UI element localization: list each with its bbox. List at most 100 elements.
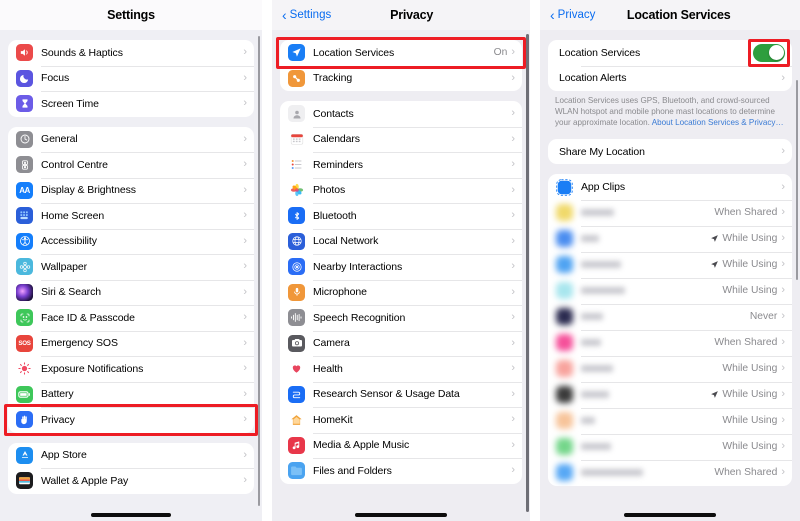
app-row[interactable]: While Using › [548,277,792,304]
app-row[interactable]: When Shared › [548,459,792,486]
privacy-row-nearby-interactions[interactable]: Nearby Interactions › [280,254,522,280]
privacy-row-speech-recognition[interactable]: Speech Recognition › [280,305,522,331]
row-label: Screen Time [41,97,99,110]
row-label: Battery [41,388,74,401]
chevron-right-icon: › [243,474,247,487]
location-services-toggle-row[interactable]: Location Services [548,40,792,66]
settings-scroll-body[interactable]: Sounds & Haptics › Focus › Screen Time › [0,30,262,521]
privacy-row-media-apple-music[interactable]: Media & Apple Music › [280,432,522,459]
settings-row-screen-time[interactable]: Screen Time › [8,91,254,117]
settings-row-app-store[interactable]: App Store › [8,443,254,469]
app-row-app-clips[interactable]: App Clips › [548,174,792,200]
privacy-row-reminders[interactable]: Reminders › [280,152,522,178]
settings-row-exposure-notifications[interactable]: Exposure Notifications › [8,356,254,382]
privacy-row-photos[interactable]: Photos › [280,177,522,204]
app-row[interactable]: While Using › [548,407,792,434]
settings-row-control-centre[interactable]: Control Centre › [8,152,254,178]
research-icon [288,385,305,403]
privacy-row-microphone[interactable]: Microphone › [280,279,522,306]
app-row[interactable]: While Using › [548,355,792,382]
share-my-location-row[interactable]: Share My Location › [548,139,792,165]
back-to-privacy-button[interactable]: ‹ Privacy [550,8,595,22]
location-arrow-indicator-icon [711,235,719,243]
settings-row-display-brightness[interactable]: AA Display & Brightness › [8,177,254,204]
row-value: On [493,47,508,59]
privacy-row-files-and-folders[interactable]: Files and Folders › [280,458,522,484]
app-permission-value: While Using [722,441,778,453]
privacy-row-homekit[interactable]: HomeKit › [280,407,522,433]
app-row[interactable]: Never › [548,303,792,330]
chevron-right-icon: › [243,132,247,145]
privacy-group-1: Contacts › Calendars › Reminders › Photo… [280,101,522,484]
privacy-row-contacts[interactable]: Contacts › [280,101,522,127]
settings-row-battery[interactable]: Battery › [8,381,254,408]
app-row[interactable]: While Using › [548,251,792,278]
tracking-icon [288,69,305,87]
location-services-toggle[interactable] [753,43,785,62]
privacy-row-location-services[interactable]: Location Services On › [280,40,522,66]
panel-divider-2 [530,0,540,521]
app-name-redacted [581,313,603,321]
location-navbar: ‹ Privacy Location Services [540,0,800,30]
settings-row-face-id-passcode[interactable]: Face ID & Passcode › [8,305,254,331]
reminders-icon [288,156,305,174]
privacy-row-camera[interactable]: Camera › [280,330,522,357]
battery-icon [16,385,33,403]
row-label: Camera [313,337,350,350]
calendar-icon [288,130,305,148]
app-icon [556,334,573,352]
aa-icon: AA [16,181,33,199]
privacy-row-research-sensor-usage-data[interactable]: Research Sensor & Usage Data › [280,381,522,408]
privacy-row-health[interactable]: Health › [280,356,522,382]
settings-row-privacy[interactable]: Privacy › [8,407,254,433]
waveform-icon [288,309,305,327]
chevron-right-icon: › [243,183,247,196]
app-name-redacted [581,339,601,347]
privacy-scroll-body[interactable]: Location Services On › Tracking › Contact… [272,30,530,521]
settings-scrollbar[interactable] [257,36,260,506]
back-to-settings-button[interactable]: ‹ Settings [282,8,331,22]
settings-row-focus[interactable]: Focus › [8,65,254,92]
settings-row-emergency-sos[interactable]: SOS Emergency SOS › [8,330,254,357]
settings-navbar: Settings [0,0,262,30]
row-label: Calendars [313,133,360,146]
app-row[interactable]: When Shared › [548,199,792,226]
privacy-scrollbar[interactable] [526,34,529,512]
settings-row-siri-search[interactable]: Siri & Search › [8,279,254,306]
app-name-redacted [581,261,621,269]
settings-row-wallpaper[interactable]: Wallpaper › [8,254,254,280]
app-row[interactable]: While Using › [548,433,792,460]
privacy-row-tracking[interactable]: Tracking › [280,65,522,92]
app-row[interactable]: While Using › [548,225,792,252]
nearby-icon [288,258,305,276]
home-indicator [91,513,171,517]
chevron-right-icon: › [243,387,247,400]
row-label: Home Screen [41,209,105,222]
chevron-right-icon: › [243,209,247,222]
app-row[interactable]: While Using › [548,381,792,408]
settings-row-sounds-haptics[interactable]: Sounds & Haptics › [8,40,254,66]
privacy-row-bluetooth[interactable]: Bluetooth › [280,203,522,229]
location-alerts-row[interactable]: Location Alerts › [548,65,792,92]
row-label: Files and Folders [313,464,392,477]
row-label: Accessibility [41,235,97,248]
camera-icon [288,334,305,352]
faceid-icon [16,309,33,327]
share-location-group: Share My Location › [548,138,792,165]
privacy-row-calendars[interactable]: Calendars › [280,126,522,153]
chevron-right-icon: › [511,464,515,477]
row-label: Exposure Notifications [41,362,144,375]
settings-row-accessibility[interactable]: Accessibility › [8,228,254,255]
location-scroll-body[interactable]: Location Services Location Alerts › Loca… [540,30,800,521]
privacy-row-local-network[interactable]: Local Network › [280,228,522,255]
chevron-right-icon: › [243,71,247,84]
app-name-redacted [581,235,599,243]
settings-row-home-screen[interactable]: Home Screen › [8,203,254,229]
settings-row-general[interactable]: General › [8,127,254,153]
about-location-privacy-link[interactable]: About Location Services & Privacy… [652,118,784,127]
settings-row-wallet-apple-pay[interactable]: Wallet & Apple Pay › [8,468,254,494]
back-label: Privacy [557,9,596,21]
location-arrow-indicator-icon [711,261,719,269]
app-row[interactable]: When Shared › [548,329,792,356]
location-scrollbar[interactable] [795,80,798,280]
